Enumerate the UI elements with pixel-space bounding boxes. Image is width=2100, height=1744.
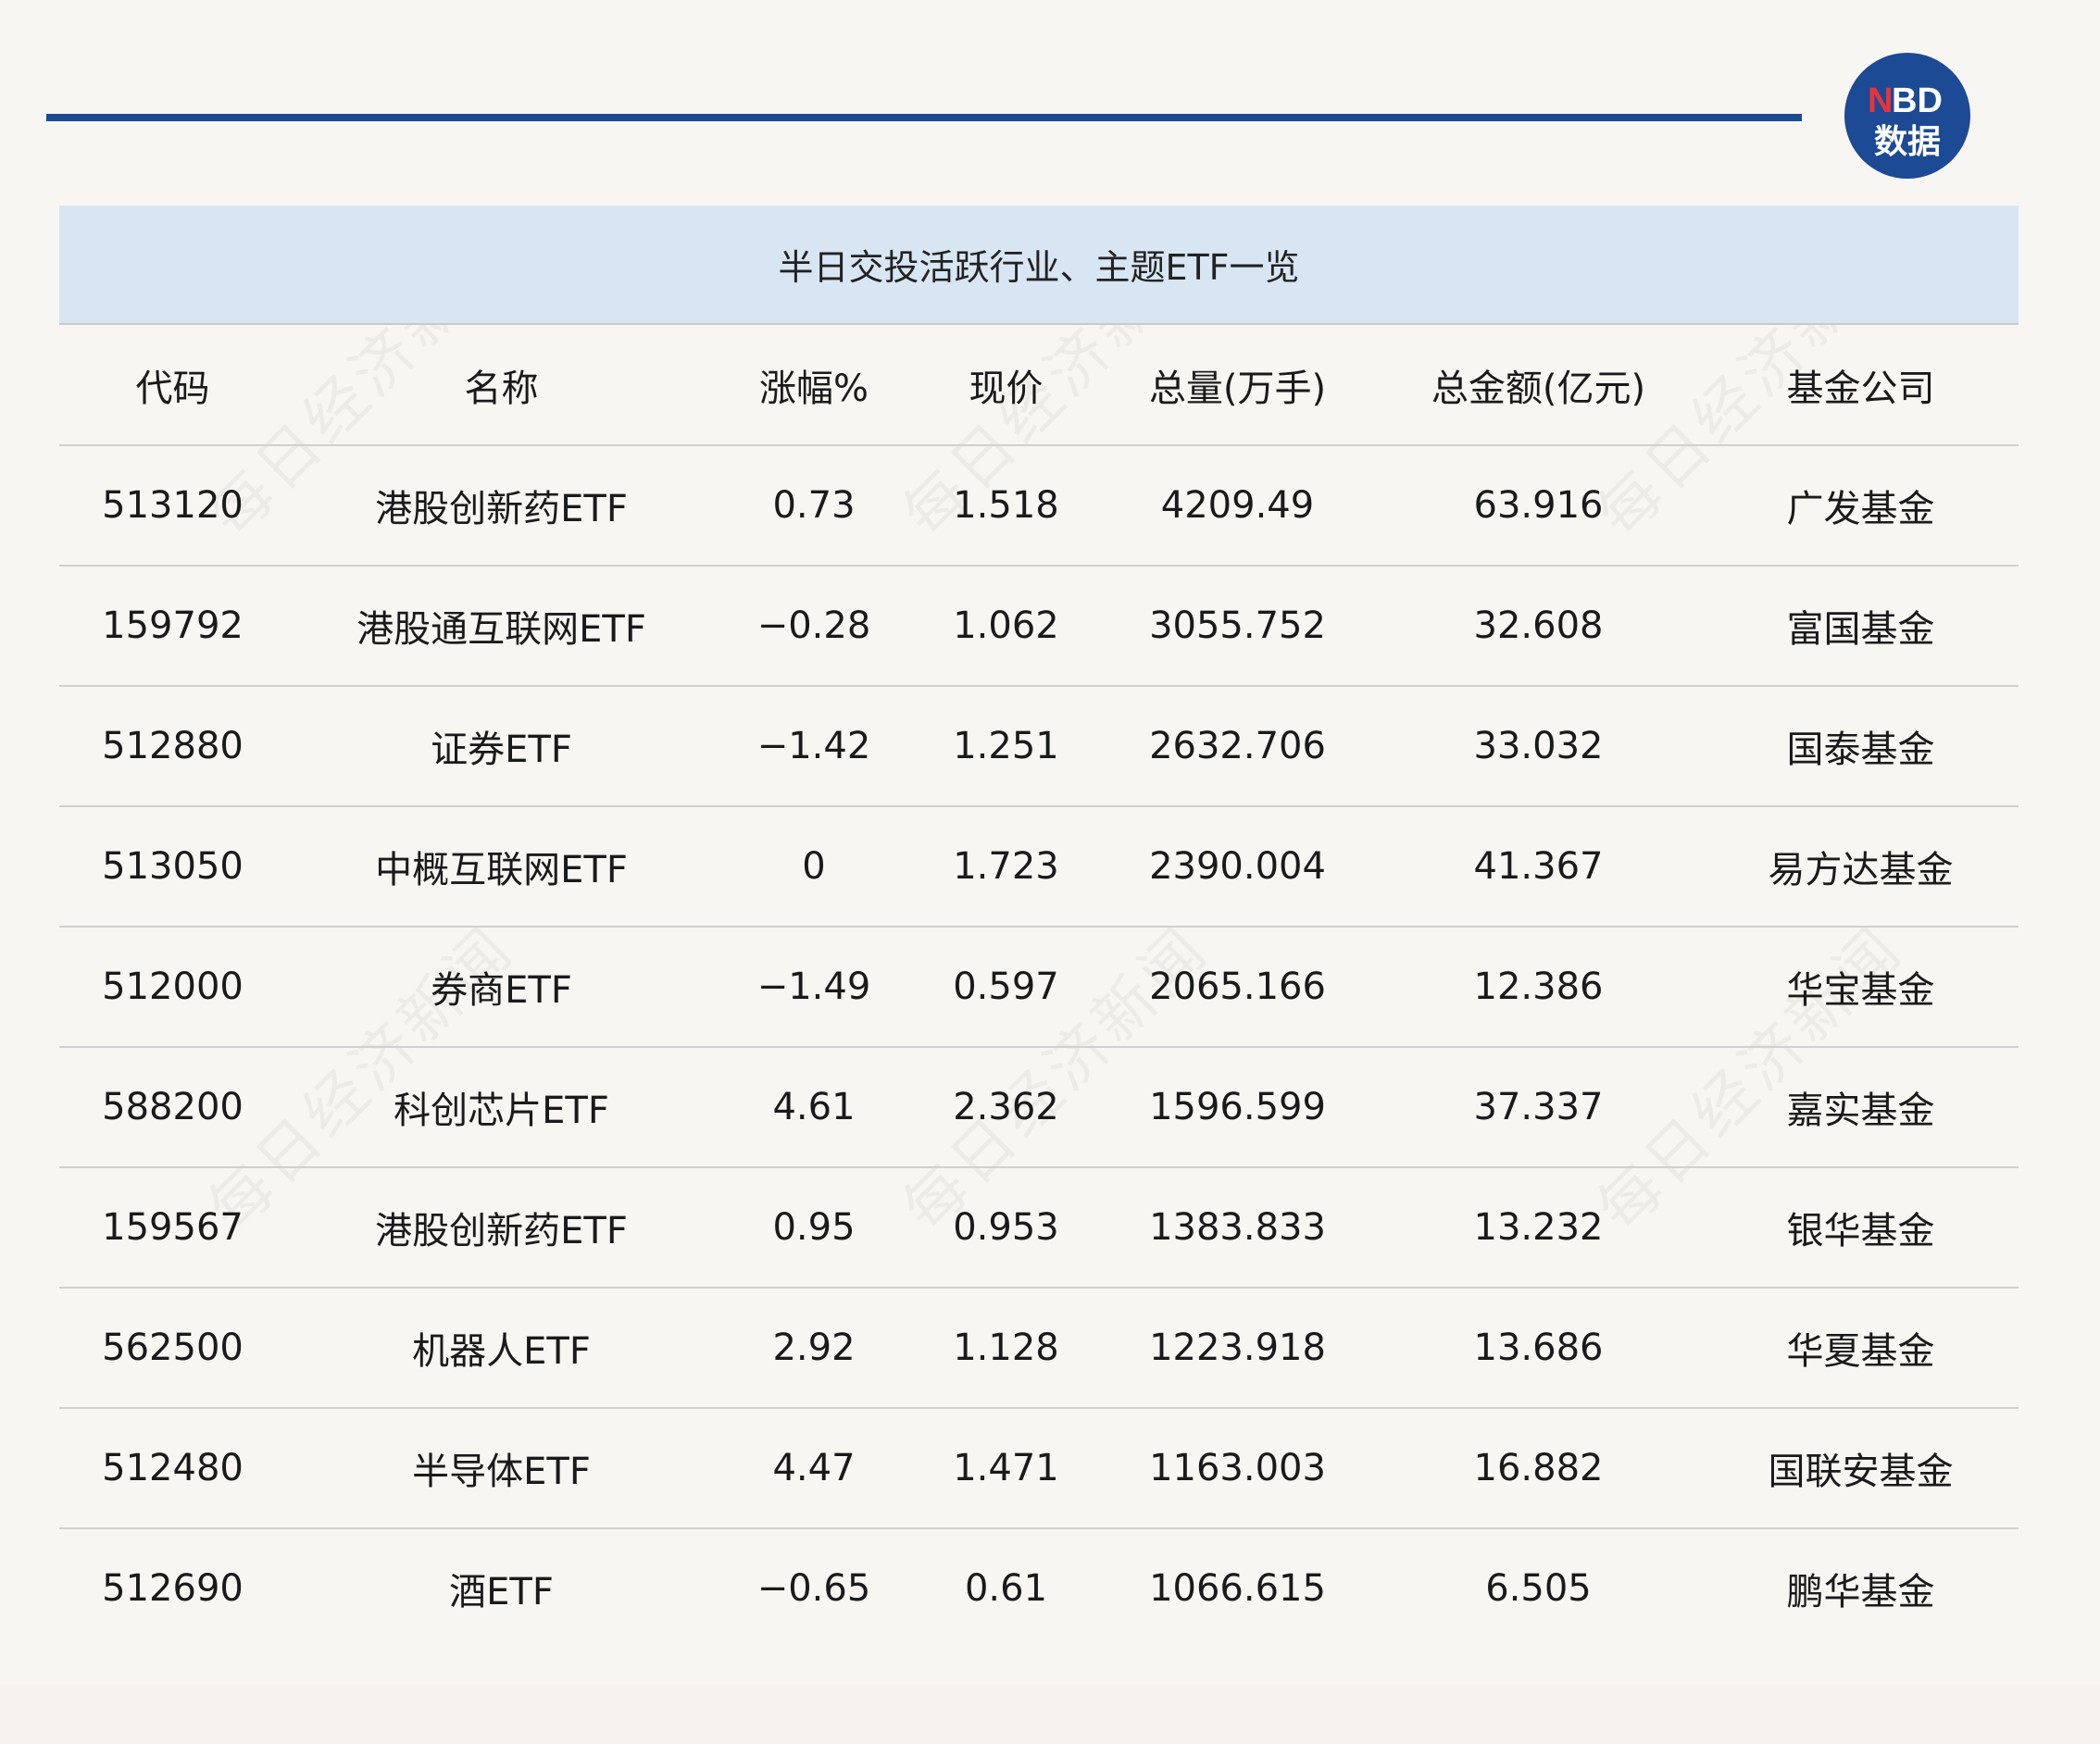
col-header-code: 代码	[59, 325, 286, 446]
cell-code: 159567	[59, 1167, 286, 1289]
cell-change: −0.65	[756, 1567, 871, 1610]
cell-volume: 1223.918	[1101, 1288, 1374, 1409]
cell-amount: 37.337	[1374, 1047, 1703, 1168]
table-title: 半日交投活跃行业、主题ETF一览	[59, 206, 2019, 325]
cell-amount: 13.232	[1374, 1167, 1703, 1289]
cell-price: 1.062	[911, 566, 1101, 687]
cell-volume: 3055.752	[1101, 566, 1374, 687]
cell-change: 2.92	[717, 1288, 911, 1409]
cell-volume: 2390.004	[1101, 806, 1374, 928]
cell-change: 0.73	[717, 445, 911, 567]
cell-volume: 1383.833	[1101, 1167, 1374, 1289]
cell-code: 513050	[59, 806, 286, 928]
table-row: 512880 证券ETF −1.42 1.251 2632.706 33.032…	[59, 686, 2019, 807]
col-header-amount: 总金额(亿元)	[1374, 325, 1703, 446]
nbd-logo-icon: N BD 数据	[1844, 53, 1970, 179]
cell-name: 港股通互联网ETF	[286, 566, 717, 687]
cell-name: 券商ETF	[286, 927, 717, 1048]
etf-table-card: 半日交投活跃行业、主题ETF一览 代码 名称 涨幅% 现价 总量(万手) 总金额…	[59, 206, 2019, 1648]
cell-company: 银华基金	[1703, 1167, 2019, 1289]
col-header-price: 现价	[911, 325, 1101, 446]
table-row: 512000 券商ETF −1.49 0.597 2065.166 12.386…	[59, 927, 2019, 1048]
table-row: 512480 半导体ETF 4.47 1.471 1163.003 16.882…	[59, 1408, 2019, 1529]
col-header-volume: 总量(万手)	[1101, 325, 1374, 446]
cell-code: 512880	[59, 686, 286, 807]
cell-price: 1.518	[911, 445, 1101, 567]
cell-company: 华夏基金	[1703, 1288, 2019, 1409]
table-row: 159792 港股通互联网ETF −0.28 1.062 3055.752 32…	[59, 566, 2019, 687]
header-row: 代码 名称 涨幅% 现价 总量(万手) 总金额(亿元) 基金公司	[59, 325, 2019, 446]
table-row: 562500 机器人ETF 2.92 1.128 1223.918 13.686…	[59, 1288, 2019, 1409]
cell-company: 国联安基金	[1703, 1408, 2019, 1529]
cell-company: 富国基金	[1703, 566, 2019, 687]
cell-code: 513120	[59, 445, 286, 567]
cell-company: 鹏华基金	[1786, 1571, 1935, 1613]
cell-company: 易方达基金	[1703, 806, 2019, 928]
cell-company: 广发基金	[1703, 445, 2019, 567]
cell-code: 562500	[59, 1288, 286, 1409]
table-row: 588200 科创芯片ETF 4.61 2.362 1596.599 37.33…	[59, 1047, 2019, 1168]
cell-amount: 16.882	[1374, 1408, 1703, 1529]
cell-name: 科创芯片ETF	[286, 1047, 717, 1168]
cell-volume: 2632.706	[1101, 686, 1374, 807]
cell-amount: 6.505	[1485, 1567, 1592, 1610]
cell-company: 华宝基金	[1703, 927, 2019, 1048]
footer-strip	[0, 1685, 2100, 1744]
col-header-change: 涨幅%	[717, 325, 911, 446]
etf-table: 代码 名称 涨幅% 现价 总量(万手) 总金额(亿元) 基金公司 513120 …	[59, 325, 2019, 1648]
cell-amount: 13.686	[1374, 1288, 1703, 1409]
cell-volume: 1066.615	[1149, 1567, 1326, 1610]
cell-code: 159792	[59, 566, 286, 687]
cell-volume: 1163.003	[1101, 1408, 1374, 1529]
cell-change: 0.95	[717, 1167, 911, 1289]
table-row: 513050 中概互联网ETF 0 1.723 2390.004 41.367 …	[59, 806, 2019, 928]
cell-code: 512690	[102, 1567, 244, 1610]
cell-price: 1.471	[911, 1408, 1101, 1529]
cell-volume: 2065.166	[1101, 927, 1374, 1048]
cell-price: 0.597	[911, 927, 1101, 1048]
cell-name: 酒ETF	[449, 1571, 554, 1613]
cell-code: 512000	[59, 927, 286, 1048]
table-row: 513120 港股创新药ETF 0.73 1.518 4209.49 63.91…	[59, 445, 2019, 567]
cell-price: 1.128	[911, 1288, 1101, 1409]
cell-amount: 33.032	[1374, 686, 1703, 807]
cell-company: 嘉实基金	[1703, 1047, 2019, 1168]
cell-name: 中概互联网ETF	[286, 806, 717, 928]
cell-change: 4.61	[717, 1047, 911, 1168]
cell-price: 1.723	[911, 806, 1101, 928]
svg-text:数据: 数据	[1874, 123, 1941, 161]
cell-change: −1.42	[717, 686, 911, 807]
cell-change: −1.49	[717, 927, 911, 1048]
cell-change: −0.28	[717, 566, 911, 687]
cell-price: 1.251	[911, 686, 1101, 807]
col-header-name: 名称	[286, 325, 717, 446]
cell-name: 机器人ETF	[286, 1288, 717, 1409]
cell-amount: 32.608	[1374, 566, 1703, 687]
cell-price: 0.61	[964, 1567, 1048, 1610]
cell-change: 4.47	[717, 1408, 911, 1529]
cell-amount: 12.386	[1374, 927, 1703, 1048]
cell-price: 2.362	[911, 1047, 1101, 1168]
cell-company: 国泰基金	[1703, 686, 2019, 807]
cell-code: 588200	[59, 1047, 286, 1168]
col-header-company: 基金公司	[1703, 325, 2019, 446]
cell-volume: 4209.49	[1101, 445, 1374, 567]
cell-price: 0.953	[911, 1167, 1101, 1289]
cell-name: 半导体ETF	[286, 1408, 717, 1529]
cell-name: 证券ETF	[286, 686, 717, 807]
header-rule	[46, 114, 1802, 121]
cell-change: 0	[717, 806, 911, 928]
cell-volume: 1596.599	[1101, 1047, 1374, 1168]
cell-name: 港股创新药ETF	[286, 1167, 717, 1289]
cell-code: 512480	[59, 1408, 286, 1529]
table-row: 159567 港股创新药ETF 0.95 0.953 1383.833 13.2…	[59, 1167, 2019, 1289]
nbd-logo: N BD 数据	[1843, 51, 1972, 181]
svg-text:N: N	[1868, 81, 1893, 120]
cell-amount: 63.916	[1374, 445, 1703, 567]
cell-amount: 41.367	[1374, 806, 1703, 928]
table-row: 512690 酒ETF −0.65 0.61 1066.615 6.505 鹏华…	[59, 1528, 2019, 1648]
cell-name: 港股创新药ETF	[286, 445, 717, 567]
svg-text:BD: BD	[1892, 81, 1943, 120]
